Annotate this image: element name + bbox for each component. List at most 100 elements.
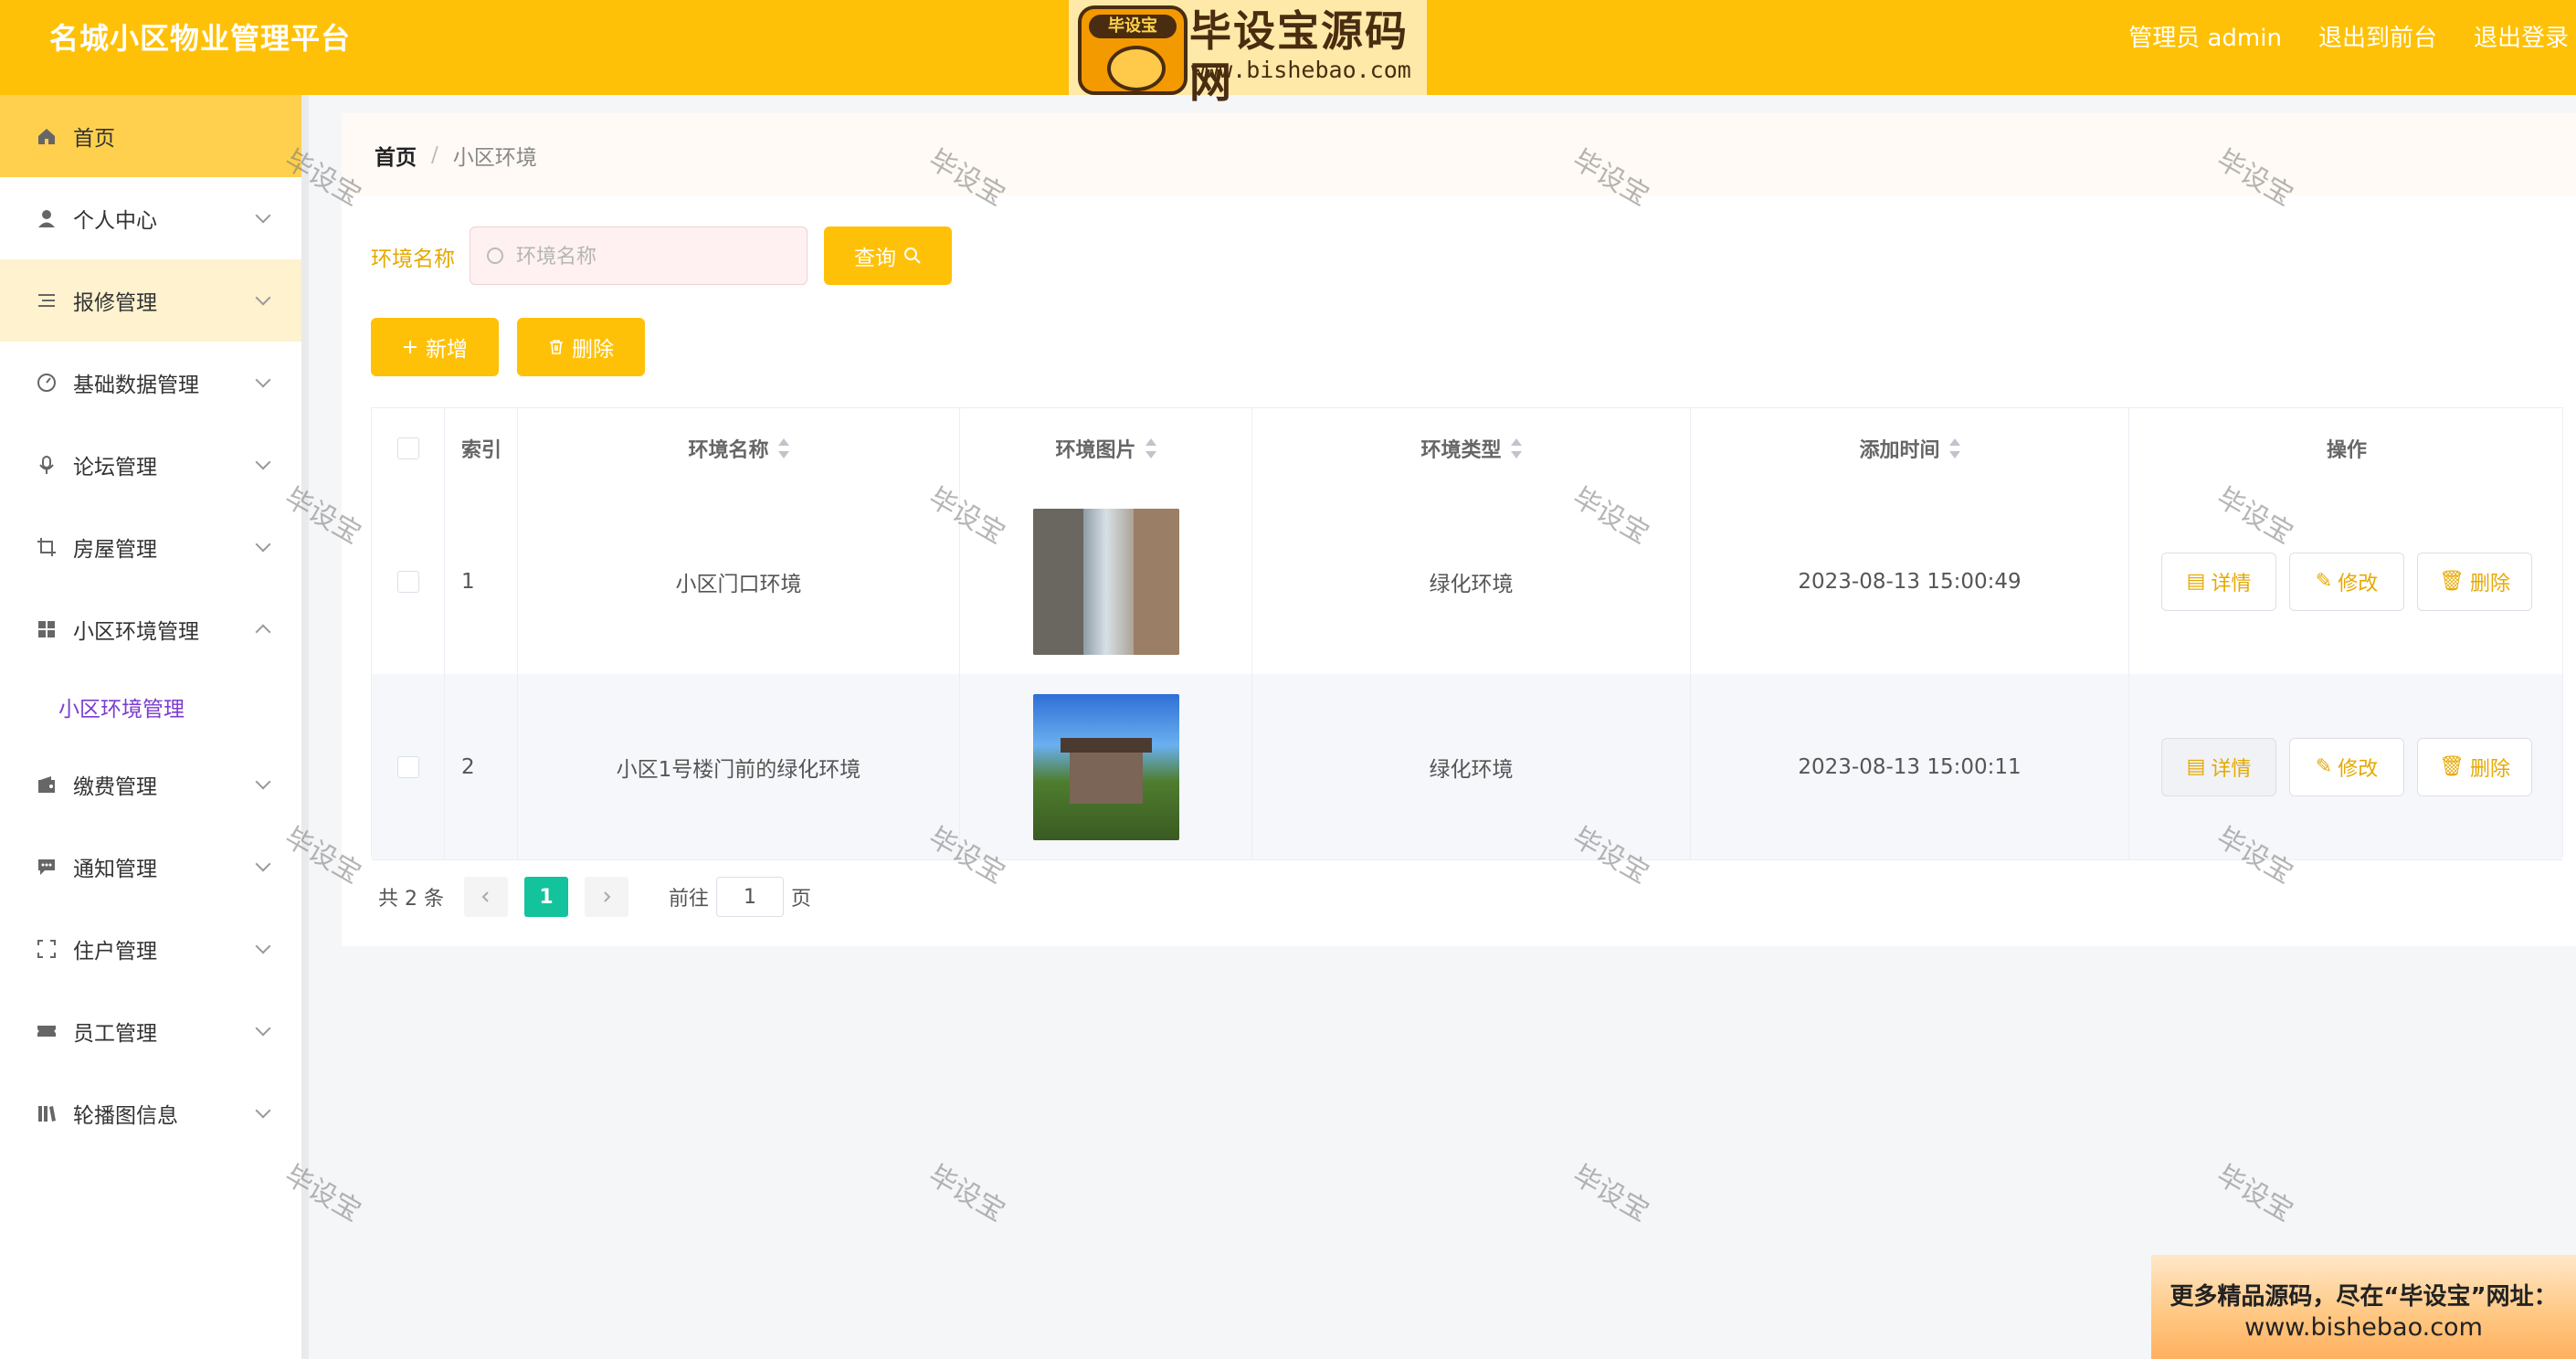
search-icon bbox=[487, 248, 503, 264]
breadcrumb-home[interactable]: 首页 bbox=[375, 140, 417, 171]
submenu-item-environment-management[interactable]: 小区环境管理 bbox=[0, 670, 301, 743]
environment-table: 索引 环境名称 环境图片 环境类型 添加时间 操作 1 小区门口环境 绿化环境 … bbox=[371, 407, 2563, 860]
table-row: 1 小区门口环境 绿化环境 2023-08-13 15:00:49 ▤ 详情 ✎ 修… bbox=[372, 489, 2562, 675]
trash-icon: 🗑 bbox=[2439, 570, 2465, 593]
watermark: 毕设宝 bbox=[2211, 1159, 2298, 1228]
header-actions: 操作 bbox=[2326, 439, 2367, 462]
gauge-icon bbox=[37, 373, 57, 393]
pagination: 共 2 条 1 前往 1 页 bbox=[378, 877, 811, 917]
delete-button[interactable]: 🗑 删除 bbox=[2417, 552, 2532, 611]
select-all-checkbox[interactable] bbox=[396, 437, 419, 459]
sort-icon[interactable] bbox=[1145, 438, 1156, 458]
chevron-down-icon bbox=[255, 856, 271, 872]
pencil-icon: ✎ bbox=[2315, 570, 2333, 593]
environment-thumbnail[interactable] bbox=[1032, 693, 1179, 840]
sidebar-item-home[interactable]: 首页 bbox=[0, 95, 301, 177]
chevron-down-icon bbox=[255, 1102, 271, 1119]
search-label: 环境名称 bbox=[371, 248, 455, 271]
sidebar-item-residents[interactable]: 住户管理 bbox=[0, 908, 301, 990]
promo-banner[interactable]: 更多精品源码，尽在“毕设宝”网址： www.bishebao.com bbox=[2151, 1255, 2576, 1359]
wallet-icon bbox=[37, 774, 57, 795]
row-name: 小区1号楼门前的绿化环境 bbox=[518, 674, 960, 859]
chevron-down-icon bbox=[255, 938, 271, 954]
sort-icon[interactable] bbox=[1948, 438, 1960, 458]
sidebar-item-housing[interactable]: 房屋管理 bbox=[0, 506, 301, 588]
next-page-button[interactable] bbox=[584, 877, 628, 917]
row-checkbox[interactable] bbox=[396, 755, 419, 778]
row-checkbox[interactable] bbox=[396, 570, 419, 593]
logo-badge-icon: 毕设宝 bbox=[1078, 5, 1188, 95]
chevron-up-icon bbox=[255, 624, 271, 640]
goto-label: 前往 bbox=[668, 888, 709, 911]
document-icon: ▤ bbox=[2186, 755, 2206, 778]
header-time[interactable]: 添加时间 bbox=[1691, 408, 2129, 489]
watermark: 毕设宝 bbox=[1567, 1159, 1654, 1228]
sidebar-item-repair[interactable]: 报修管理 bbox=[0, 259, 301, 342]
breadcrumb-separator: / bbox=[431, 143, 438, 167]
plus-icon bbox=[404, 341, 417, 353]
logout-link[interactable]: 退出登录 bbox=[2474, 20, 2569, 57]
row-name: 小区门口环境 bbox=[518, 489, 960, 674]
goto-suffix: 页 bbox=[791, 888, 812, 911]
delete-button[interactable]: 🗑 删除 bbox=[2417, 737, 2532, 796]
list-icon bbox=[37, 290, 57, 311]
user-label: 管理员 admin bbox=[2128, 25, 2282, 52]
ticket-icon bbox=[37, 1021, 57, 1041]
add-button[interactable]: 新增 bbox=[371, 318, 499, 376]
chat-icon bbox=[37, 857, 57, 877]
bookshelf-icon bbox=[37, 1103, 57, 1123]
row-time: 2023-08-13 15:00:11 bbox=[1691, 674, 2129, 859]
promo-line-1: 更多精品源码，尽在“毕设宝”网址： bbox=[2170, 1283, 2558, 1311]
prev-page-button[interactable] bbox=[463, 877, 508, 917]
header-type[interactable]: 环境类型 bbox=[1252, 408, 1691, 489]
search-icon bbox=[904, 248, 921, 264]
row-index: 1 bbox=[445, 489, 518, 674]
search-input[interactable] bbox=[514, 227, 792, 286]
sidebar-item-carousel[interactable]: 轮播图信息 bbox=[0, 1072, 301, 1154]
detail-button[interactable]: ▤ 详情 bbox=[2161, 552, 2276, 611]
query-button[interactable]: 查询 bbox=[824, 226, 952, 285]
environment-thumbnail[interactable] bbox=[1032, 508, 1179, 655]
sidebar-item-payment[interactable]: 缴费管理 bbox=[0, 743, 301, 826]
sort-icon[interactable] bbox=[777, 438, 789, 458]
chevron-left-icon bbox=[481, 891, 489, 902]
sidebar-item-base-data[interactable]: 基础数据管理 bbox=[0, 342, 301, 424]
fullscreen-icon bbox=[37, 939, 57, 959]
breadcrumb: 首页 / 小区环境 bbox=[342, 113, 2576, 197]
detail-button[interactable]: ▤ 详情 bbox=[2161, 737, 2276, 796]
table-header: 索引 环境名称 环境图片 环境类型 添加时间 操作 bbox=[372, 408, 2562, 490]
batch-delete-button[interactable]: 删除 bbox=[517, 318, 645, 376]
grid-icon bbox=[37, 619, 57, 639]
app-title: 名城小区物业管理平台 bbox=[49, 21, 352, 56]
chevron-down-icon bbox=[255, 774, 271, 790]
pagination-total: 共 2 条 bbox=[378, 888, 444, 911]
pencil-icon: ✎ bbox=[2315, 755, 2333, 778]
sidebar-item-forum[interactable]: 论坛管理 bbox=[0, 424, 301, 506]
chevron-down-icon bbox=[255, 1020, 271, 1037]
trash-icon: 🗑 bbox=[2439, 755, 2465, 778]
row-time: 2023-08-13 15:00:49 bbox=[1691, 489, 2129, 674]
main-panel: 环境名称 查询 新增 删除 索引 环境名称 环境图片 环境类型 添加时间 操作 … bbox=[342, 195, 2576, 946]
chevron-right-icon bbox=[604, 891, 611, 902]
goto-page-input[interactable]: 1 bbox=[716, 877, 784, 917]
row-type: 绿化环境 bbox=[1252, 489, 1691, 674]
table-row: 2 小区1号楼门前的绿化环境 绿化环境 2023-08-13 15:00:11 … bbox=[372, 674, 2562, 860]
exit-to-front-link[interactable]: 退出到前台 bbox=[2318, 20, 2437, 57]
sidebar-item-personal-center[interactable]: 个人中心 bbox=[0, 177, 301, 259]
search-field[interactable] bbox=[470, 226, 808, 286]
user-icon bbox=[37, 208, 57, 228]
sidebar-item-environment[interactable]: 小区环境管理 bbox=[0, 588, 301, 670]
header-image[interactable]: 环境图片 bbox=[960, 408, 1252, 489]
sort-icon[interactable] bbox=[1510, 438, 1522, 458]
chevron-down-icon bbox=[255, 536, 271, 553]
microphone-icon bbox=[37, 455, 57, 475]
header-name[interactable]: 环境名称 bbox=[518, 408, 960, 489]
document-icon: ▤ bbox=[2186, 570, 2206, 593]
sidebar-item-notice[interactable]: 通知管理 bbox=[0, 826, 301, 908]
edit-button[interactable]: ✎ 修改 bbox=[2289, 552, 2404, 611]
page-number-button[interactable]: 1 bbox=[523, 877, 568, 917]
sidebar-item-staff[interactable]: 员工管理 bbox=[0, 990, 301, 1072]
promo-line-2: www.bishebao.com bbox=[2244, 1313, 2483, 1342]
edit-button[interactable]: ✎ 修改 bbox=[2289, 737, 2404, 796]
watermark: 毕设宝 bbox=[923, 1159, 1010, 1228]
